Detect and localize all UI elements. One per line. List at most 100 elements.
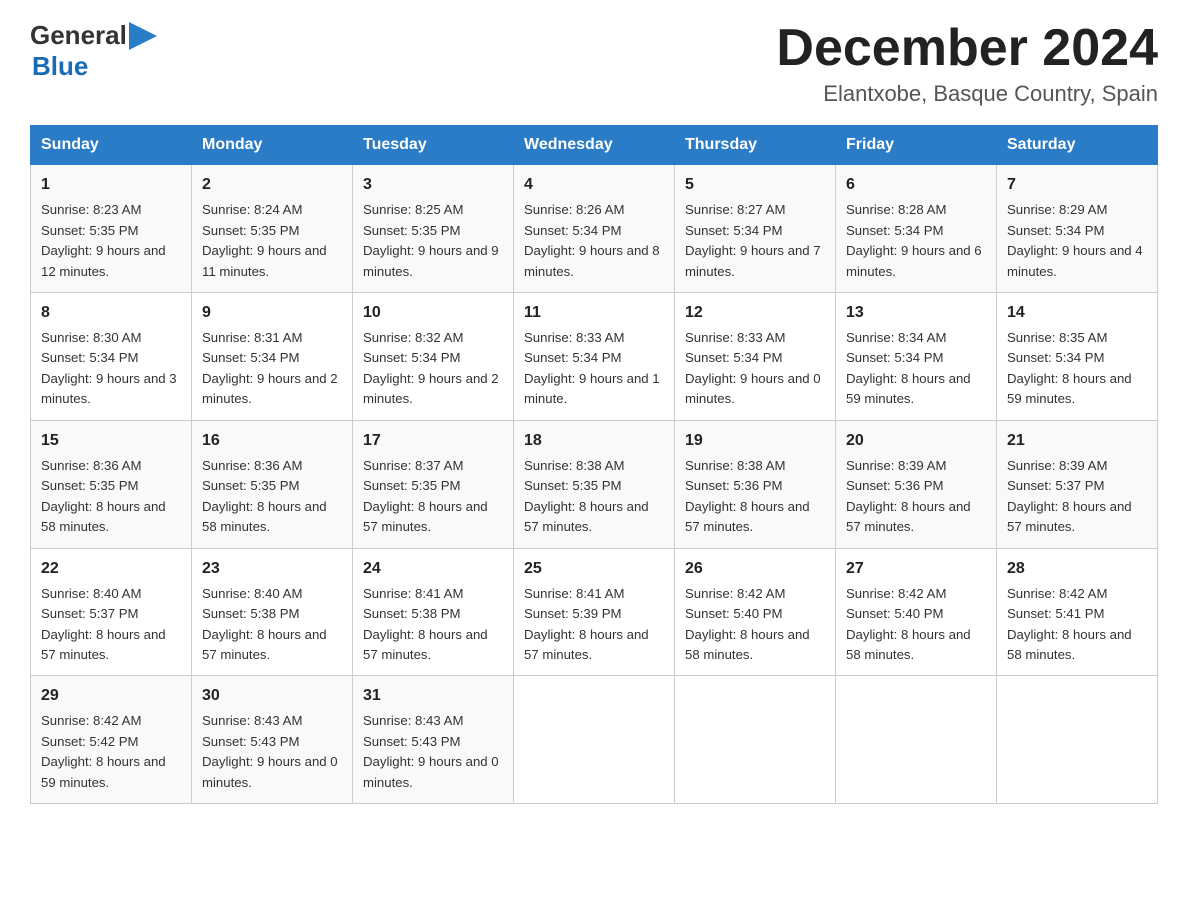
day-info: Sunrise: 8:34 AMSunset: 5:34 PMDaylight:…: [846, 328, 986, 410]
calendar-cell: 18 Sunrise: 8:38 AMSunset: 5:35 PMDayligh…: [514, 420, 675, 548]
calendar-week-row: 29Sunrise: 8:42 AMSunset: 5:42 PMDayligh…: [31, 676, 1158, 804]
calendar-cell: 5Sunrise: 8:27 AMSunset: 5:34 PMDaylight…: [675, 165, 836, 293]
calendar-cell: 27 Sunrise: 8:42 AMSunset: 5:40 PMDayligh…: [836, 548, 997, 676]
day-number: 30: [202, 684, 342, 708]
day-info: Sunrise: 8:42 AMSunset: 5:40 PMDaylight:…: [846, 584, 986, 666]
logo-icon: [129, 22, 157, 50]
col-header-tuesday: Tuesday: [353, 126, 514, 165]
calendar-cell: 31 Sunrise: 8:43 AMSunset: 5:43 PMDayligh…: [353, 676, 514, 804]
page-header: General Blue December 2024 Elantxobe, Ba…: [30, 20, 1158, 107]
day-number: 22: [41, 557, 181, 581]
day-info: Sunrise: 8:26 AMSunset: 5:34 PMDaylight:…: [524, 200, 664, 282]
calendar-week-row: 15 Sunrise: 8:36 AMSunset: 5:35 PMDayligh…: [31, 420, 1158, 548]
calendar-cell: [836, 676, 997, 804]
day-info: Sunrise: 8:24 AMSunset: 5:35 PMDaylight:…: [202, 200, 342, 282]
calendar-cell: 8 Sunrise: 8:30 AMSunset: 5:34 PMDaylight…: [31, 293, 192, 421]
col-header-wednesday: Wednesday: [514, 126, 675, 165]
day-number: 4: [524, 173, 664, 197]
day-info: Sunrise: 8:40 AMSunset: 5:38 PMDaylight:…: [202, 584, 342, 666]
day-number: 11: [524, 301, 664, 325]
calendar-cell: 24Sunrise: 8:41 AMSunset: 5:38 PMDayligh…: [353, 548, 514, 676]
calendar-cell: 2 Sunrise: 8:24 AMSunset: 5:35 PMDaylight…: [192, 165, 353, 293]
calendar-cell: [514, 676, 675, 804]
day-number: 9: [202, 301, 342, 325]
calendar-cell: 9 Sunrise: 8:31 AMSunset: 5:34 PMDaylight…: [192, 293, 353, 421]
month-title: December 2024: [776, 20, 1158, 77]
day-info: Sunrise: 8:32 AMSunset: 5:34 PMDaylight:…: [363, 328, 503, 410]
col-header-saturday: Saturday: [997, 126, 1158, 165]
header-row: SundayMondayTuesdayWednesdayThursdayFrid…: [31, 126, 1158, 165]
day-info: Sunrise: 8:37 AMSunset: 5:35 PMDaylight:…: [363, 456, 503, 538]
day-info: Sunrise: 8:40 AMSunset: 5:37 PMDaylight:…: [41, 584, 181, 666]
col-header-monday: Monday: [192, 126, 353, 165]
day-info: Sunrise: 8:33 AMSunset: 5:34 PMDaylight:…: [524, 328, 664, 410]
calendar-cell: 10 Sunrise: 8:32 AMSunset: 5:34 PMDayligh…: [353, 293, 514, 421]
day-info: Sunrise: 8:23 AMSunset: 5:35 PMDaylight:…: [41, 200, 181, 282]
day-number: 25: [524, 557, 664, 581]
col-header-sunday: Sunday: [31, 126, 192, 165]
calendar-cell: 28Sunrise: 8:42 AMSunset: 5:41 PMDayligh…: [997, 548, 1158, 676]
day-info: Sunrise: 8:42 AMSunset: 5:40 PMDaylight:…: [685, 584, 825, 666]
day-number: 16: [202, 429, 342, 453]
day-number: 12: [685, 301, 825, 325]
calendar-cell: 3Sunrise: 8:25 AMSunset: 5:35 PMDaylight…: [353, 165, 514, 293]
calendar-cell: 4 Sunrise: 8:26 AMSunset: 5:34 PMDaylight…: [514, 165, 675, 293]
day-info: Sunrise: 8:29 AMSunset: 5:34 PMDaylight:…: [1007, 200, 1147, 282]
day-info: Sunrise: 8:38 AMSunset: 5:35 PMDaylight:…: [524, 456, 664, 538]
location-title: Elantxobe, Basque Country, Spain: [776, 81, 1158, 107]
calendar-cell: 11 Sunrise: 8:33 AMSunset: 5:34 PMDayligh…: [514, 293, 675, 421]
day-number: 6: [846, 173, 986, 197]
day-number: 26: [685, 557, 825, 581]
day-number: 7: [1007, 173, 1147, 197]
day-number: 21: [1007, 429, 1147, 453]
calendar-cell: 16 Sunrise: 8:36 AMSunset: 5:35 PMDayligh…: [192, 420, 353, 548]
day-number: 3: [363, 173, 503, 197]
col-header-friday: Friday: [836, 126, 997, 165]
day-number: 31: [363, 684, 503, 708]
day-info: Sunrise: 8:38 AMSunset: 5:36 PMDaylight:…: [685, 456, 825, 538]
logo-blue-text: Blue: [32, 51, 88, 81]
calendar-week-row: 22 Sunrise: 8:40 AMSunset: 5:37 PMDayligh…: [31, 548, 1158, 676]
calendar-cell: 1 Sunrise: 8:23 AMSunset: 5:35 PMDaylight…: [31, 165, 192, 293]
day-info: Sunrise: 8:31 AMSunset: 5:34 PMDaylight:…: [202, 328, 342, 410]
calendar-cell: 13 Sunrise: 8:34 AMSunset: 5:34 PMDayligh…: [836, 293, 997, 421]
day-info: Sunrise: 8:35 AMSunset: 5:34 PMDaylight:…: [1007, 328, 1147, 410]
day-number: 23: [202, 557, 342, 581]
day-number: 20: [846, 429, 986, 453]
calendar-cell: 22 Sunrise: 8:40 AMSunset: 5:37 PMDayligh…: [31, 548, 192, 676]
col-header-thursday: Thursday: [675, 126, 836, 165]
day-number: 15: [41, 429, 181, 453]
day-number: 14: [1007, 301, 1147, 325]
day-number: 19: [685, 429, 825, 453]
day-number: 1: [41, 173, 181, 197]
day-info: Sunrise: 8:43 AMSunset: 5:43 PMDaylight:…: [363, 711, 503, 793]
day-info: Sunrise: 8:30 AMSunset: 5:34 PMDaylight:…: [41, 328, 181, 410]
day-number: 17: [363, 429, 503, 453]
day-number: 28: [1007, 557, 1147, 581]
day-number: 13: [846, 301, 986, 325]
calendar-week-row: 8 Sunrise: 8:30 AMSunset: 5:34 PMDaylight…: [31, 293, 1158, 421]
day-number: 18: [524, 429, 664, 453]
day-number: 29: [41, 684, 181, 708]
day-number: 5: [685, 173, 825, 197]
calendar-cell: 15Sunrise: 8:36 AMSunset: 5:35 PMDayligh…: [31, 420, 192, 548]
day-info: Sunrise: 8:33 AMSunset: 5:34 PMDaylight:…: [685, 328, 825, 410]
day-info: Sunrise: 8:39 AMSunset: 5:37 PMDaylight:…: [1007, 456, 1147, 538]
day-info: Sunrise: 8:36 AMSunset: 5:35 PMDaylight:…: [202, 456, 342, 538]
calendar-cell: 17 Sunrise: 8:37 AMSunset: 5:35 PMDayligh…: [353, 420, 514, 548]
calendar-cell: 19 Sunrise: 8:38 AMSunset: 5:36 PMDayligh…: [675, 420, 836, 548]
calendar-cell: 12 Sunrise: 8:33 AMSunset: 5:34 PMDayligh…: [675, 293, 836, 421]
day-number: 10: [363, 301, 503, 325]
calendar-cell: 20 Sunrise: 8:39 AMSunset: 5:36 PMDayligh…: [836, 420, 997, 548]
day-info: Sunrise: 8:28 AMSunset: 5:34 PMDaylight:…: [846, 200, 986, 282]
logo: General Blue: [30, 20, 157, 82]
day-info: Sunrise: 8:43 AMSunset: 5:43 PMDaylight:…: [202, 711, 342, 793]
day-number: 8: [41, 301, 181, 325]
day-number: 27: [846, 557, 986, 581]
day-number: 2: [202, 173, 342, 197]
calendar-cell: 23 Sunrise: 8:40 AMSunset: 5:38 PMDayligh…: [192, 548, 353, 676]
day-info: Sunrise: 8:39 AMSunset: 5:36 PMDaylight:…: [846, 456, 986, 538]
day-info: Sunrise: 8:41 AMSunset: 5:38 PMDaylight:…: [363, 584, 503, 666]
calendar-cell: 6 Sunrise: 8:28 AMSunset: 5:34 PMDaylight…: [836, 165, 997, 293]
calendar-cell: [675, 676, 836, 804]
